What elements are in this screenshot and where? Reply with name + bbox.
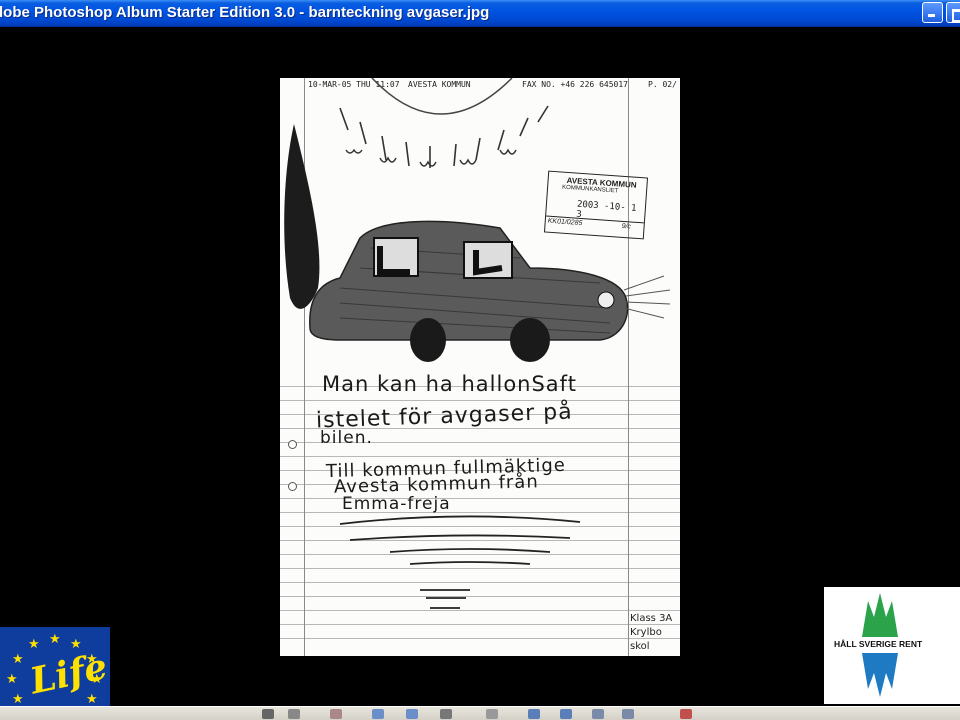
toolbar-icon[interactable] [372,709,384,719]
toolbar-icon[interactable] [288,709,300,719]
scanned-drawing: 10-MAR-05 THU 11:07 AVESTA KOMMUN FAX NO… [280,78,680,656]
class-note: Klass 3A Krylbo skol [630,612,680,654]
toolbar-icon[interactable] [680,709,692,719]
star-icon: ★ [12,651,24,666]
toolbar-icon[interactable] [406,709,418,719]
hall-sverige-rent-logo: HÅLL SVERIGE RENT [824,587,960,704]
handwriting-line: bilen. [320,428,373,448]
window-title: dobe Photoshop Album Starter Edition 3.0… [0,4,490,21]
toolbar-icon[interactable] [262,709,274,719]
exhaust-lines [623,275,671,319]
stamp-ref: KK01/0285 [547,217,583,228]
hall-sverige-rent-text: HÅLL SVERIGE RENT [834,639,923,649]
star-icon: ★ [49,631,61,646]
star-icon: ★ [6,671,18,686]
minimize-button[interactable] [922,2,943,23]
toolbar-icon[interactable] [440,709,452,719]
life-logo-text: Life [26,645,111,703]
received-stamp: AVESTA KOMMUN KOMMUNKANSLIET 2003 -10- 1… [543,170,649,240]
star-icon: ★ [86,691,98,706]
restore-button[interactable] [946,2,960,23]
star-icon: ★ [12,691,24,706]
car-wheel [410,318,446,362]
sun-shape [371,78,513,115]
toolbar-icon[interactable] [528,709,540,719]
star-icon: ★ [28,636,40,651]
toolbar-icon[interactable] [330,709,342,719]
handwriting-line: Man kan ha hallonSaft [322,372,577,396]
bottom-toolbar [0,706,960,720]
school-name: Krylbo skol [630,627,662,652]
class-name: Klass 3A [630,613,673,624]
tree-shape [284,124,320,309]
toolbar-icon[interactable] [486,709,498,719]
scribble-lines [339,515,581,609]
window-titlebar: dobe Photoshop Album Starter Edition 3.0… [0,0,960,27]
car-wheel [510,318,550,362]
car-body [309,220,629,341]
sun-rays [339,105,549,168]
toolbar-icon[interactable] [622,709,634,719]
toolbar-icon[interactable] [560,709,572,719]
toolbar-icon[interactable] [592,709,604,719]
handwriting-line: Emma-freja [342,494,451,514]
stamp-code: 9/c [621,222,632,231]
squiggle-rays [345,148,517,167]
car-headlight [597,291,615,309]
child-drawing [284,78,671,609]
